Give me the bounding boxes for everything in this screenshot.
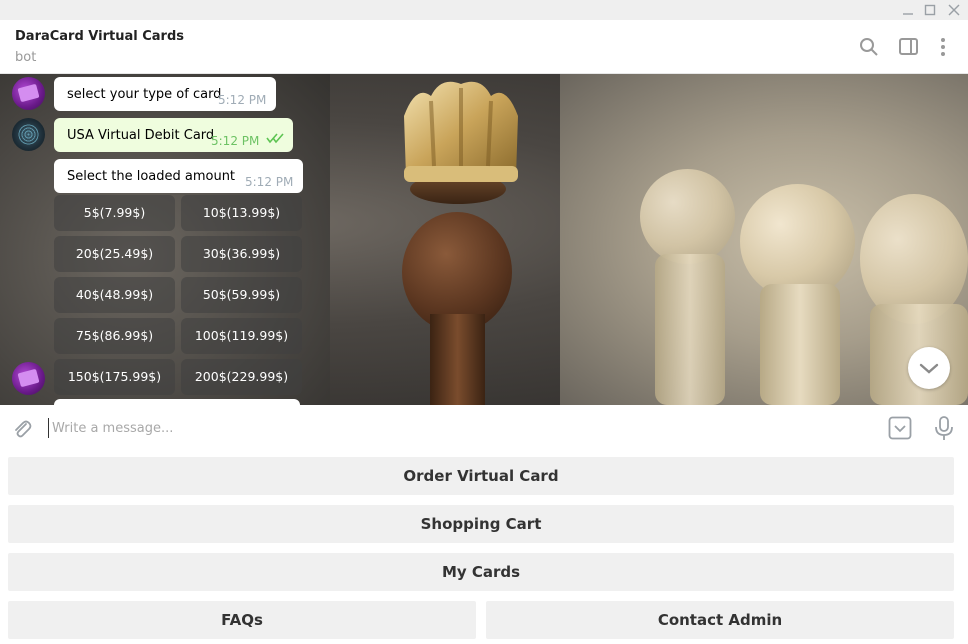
close-icon[interactable] bbox=[946, 2, 962, 18]
inline-button-amount[interactable]: 30$(36.99$) bbox=[181, 236, 302, 272]
message-text: select your type of card bbox=[67, 87, 222, 102]
faqs-button[interactable]: FAQs bbox=[8, 601, 476, 639]
scroll-to-bottom-button[interactable] bbox=[908, 347, 950, 389]
my-cards-button[interactable]: My Cards bbox=[8, 553, 954, 591]
inline-button-amount[interactable]: 150$(175.99$) bbox=[54, 359, 175, 395]
chat-title[interactable]: DaraCard Virtual Cards bbox=[15, 29, 184, 44]
shopping-cart-button[interactable]: Shopping Cart bbox=[8, 505, 954, 543]
window-titlebar bbox=[0, 0, 968, 20]
chat-header[interactable]: DaraCard Virtual Cards bot bbox=[0, 20, 968, 74]
king-shape bbox=[430, 314, 485, 405]
user-avatar[interactable] bbox=[12, 118, 45, 151]
minimize-icon[interactable] bbox=[900, 2, 916, 18]
read-ticks-icon bbox=[266, 133, 284, 144]
message-composer bbox=[0, 405, 968, 451]
inline-button-amount[interactable]: 10$(13.99$) bbox=[181, 195, 302, 231]
inline-button-amount[interactable]: 5$(7.99$) bbox=[54, 195, 175, 231]
bot-keyboard-toggle-icon[interactable] bbox=[888, 416, 912, 440]
search-icon[interactable] bbox=[858, 36, 880, 58]
microphone-icon[interactable] bbox=[933, 415, 955, 441]
more-vertical-icon[interactable] bbox=[933, 36, 955, 58]
pawn-shape bbox=[760, 284, 840, 405]
message-bubble[interactable]: Select the loaded amount 5:12 PM bbox=[54, 159, 303, 193]
inline-button-amount[interactable]: 75$(86.99$) bbox=[54, 318, 175, 354]
pawn-shape bbox=[640, 169, 735, 264]
inline-button-amount[interactable]: 40$(48.99$) bbox=[54, 277, 175, 313]
inline-button-amount[interactable]: 200$(229.99$) bbox=[181, 359, 302, 395]
message-bubble-outgoing[interactable]: USA Virtual Debit Card 5:12 PM bbox=[54, 118, 293, 152]
sidebar-toggle-icon[interactable] bbox=[898, 36, 920, 58]
inline-button-amount[interactable]: 20$(25.49$) bbox=[54, 236, 175, 272]
chevron-down-icon bbox=[919, 363, 939, 374]
message-input[interactable] bbox=[48, 418, 848, 438]
message-time: 5:12 PM bbox=[211, 134, 260, 148]
pawn-shape bbox=[655, 254, 725, 405]
card-icon bbox=[17, 368, 40, 388]
card-icon bbox=[17, 83, 40, 103]
chat-subtitle: bot bbox=[15, 50, 37, 65]
crown-shape bbox=[404, 81, 518, 182]
pawn-shape bbox=[740, 184, 855, 299]
reply-keyboard: Order Virtual Card Shopping Cart My Card… bbox=[0, 451, 968, 644]
order-virtual-card-button[interactable]: Order Virtual Card bbox=[8, 457, 954, 495]
message-text: Select the loaded amount bbox=[67, 169, 236, 184]
paperclip-icon[interactable] bbox=[11, 418, 33, 440]
inline-button-amount[interactable]: 100$(119.99$) bbox=[181, 318, 302, 354]
contact-admin-button[interactable]: Contact Admin bbox=[486, 601, 954, 639]
bot-avatar[interactable] bbox=[12, 362, 45, 395]
maximize-icon[interactable] bbox=[922, 2, 938, 18]
bot-avatar[interactable] bbox=[12, 77, 45, 110]
chat-history[interactable]: select your type of card 5:12 PM USA Vir… bbox=[0, 74, 968, 405]
message-time: 5:12 PM bbox=[218, 93, 267, 107]
message-text: USA Virtual Debit Card bbox=[67, 128, 215, 143]
avatar-pattern bbox=[18, 124, 39, 145]
message-bubble[interactable]: select your type of card 5:12 PM bbox=[54, 77, 276, 111]
message-time: 5:12 PM bbox=[245, 175, 294, 189]
inline-button-amount[interactable]: 50$(59.99$) bbox=[181, 277, 302, 313]
